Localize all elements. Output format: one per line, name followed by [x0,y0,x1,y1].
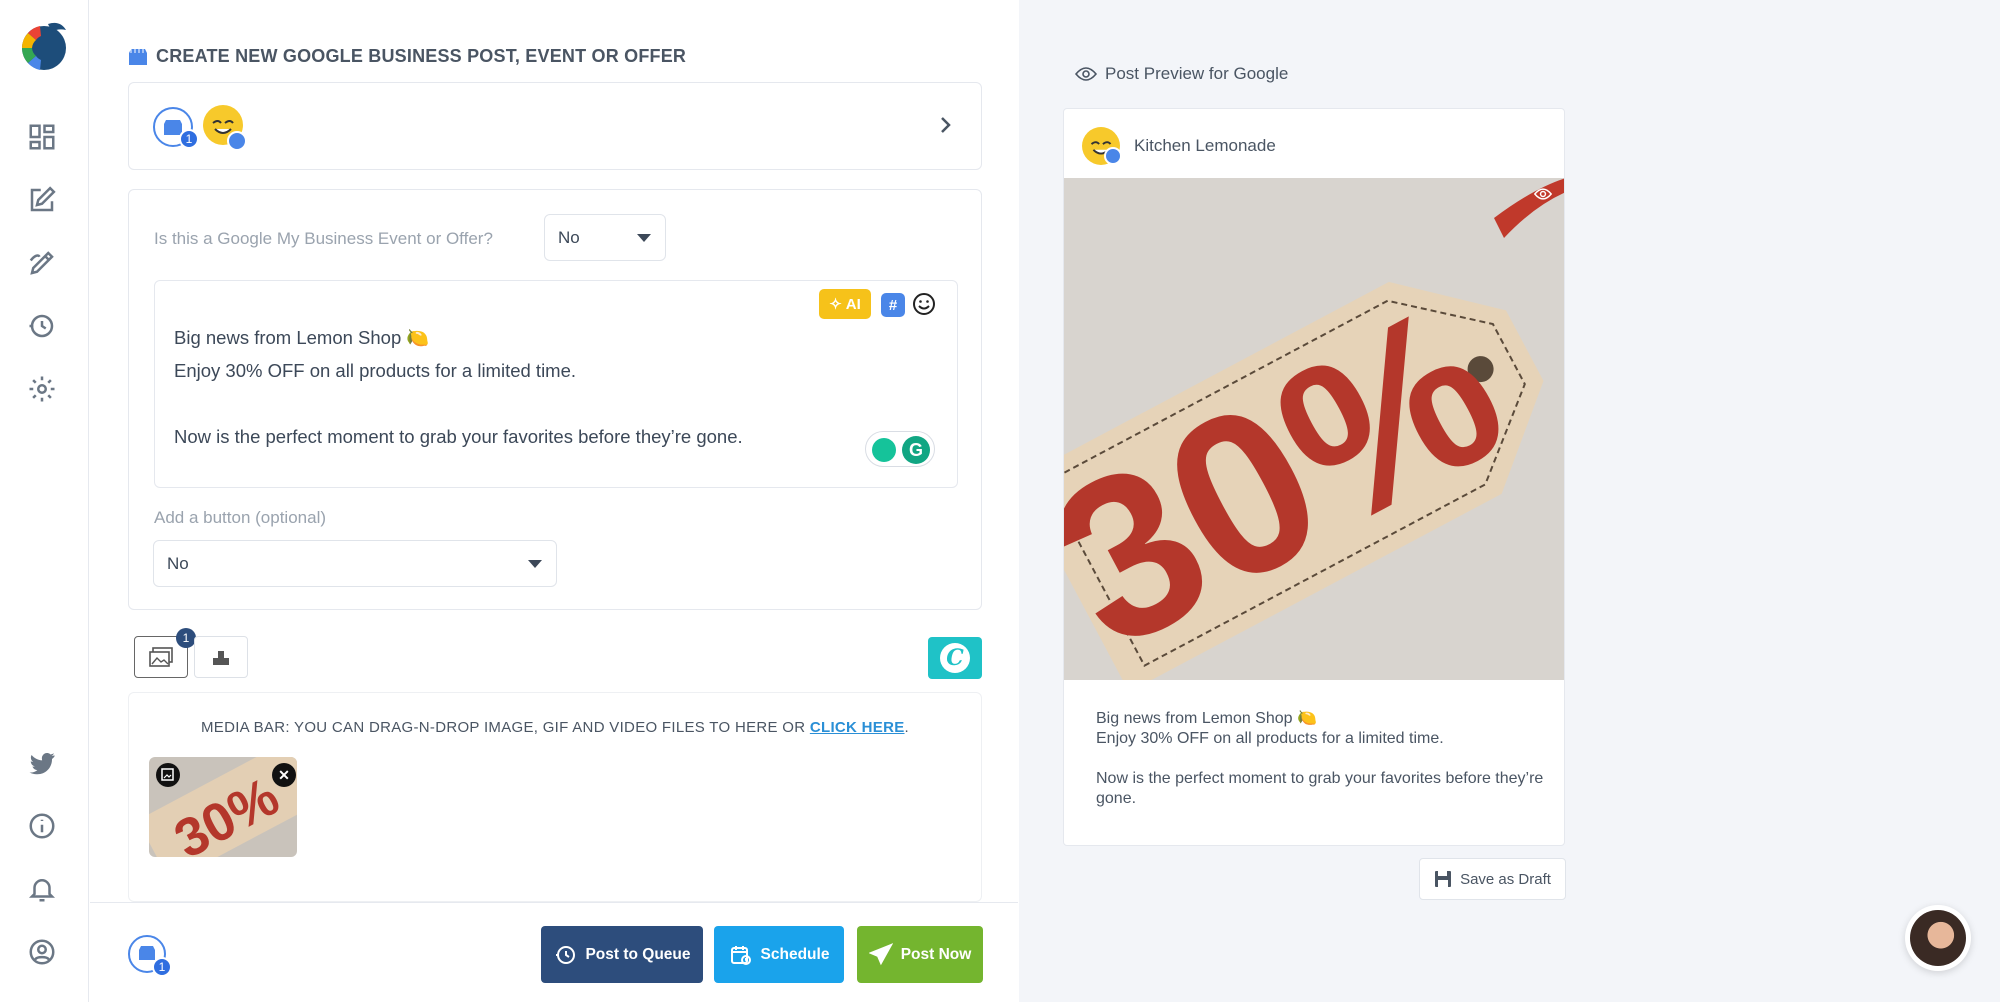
gmb-account-count: 1 [179,129,199,149]
eye-icon[interactable] [1534,187,1552,201]
post-text-line: Big news from Lemon Shop 🍋 [174,327,430,348]
preview-account-name: Kitchen Lemonade [1134,136,1276,155]
media-bar-instructions: MEDIA BAR: YOU CAN DRAG-N-DROP IMAGE, GI… [200,719,810,736]
drafts-icon[interactable] [26,247,58,279]
canva-icon: C [940,643,970,673]
post-textarea[interactable]: ✧ AI # Big news from Lemon Shop 🍋 Enjoy … [154,280,958,488]
store-icon [129,48,147,65]
preview-text-line [1096,749,1546,769]
hashtag-button[interactable]: # [881,293,905,317]
grammarly-icon[interactable]: G [902,436,930,464]
click-here-link[interactable]: CLICK HERE [810,719,905,736]
media-bar[interactable]: MEDIA BAR: YOU CAN DRAG-N-DROP IMAGE, GI… [128,692,982,902]
user-icon[interactable] [26,936,58,968]
preview-text-line: Big news from Lemon Shop 🍋 [1096,710,1317,727]
save-as-draft-label: Save as Draft [1460,870,1551,888]
event-question-label: Is this a Google My Business Event or Of… [154,229,493,248]
event-offer-value: No [558,227,580,247]
chevron-right-icon[interactable] [933,113,957,137]
caret-down-icon [528,559,542,568]
post-text[interactable]: Big news from Lemon Shop 🍋 Enjoy 30% OFF… [174,321,743,453]
send-icon [868,942,893,965]
post-to-queue-label: Post to Queue [585,945,691,963]
caret-down-icon [637,233,651,242]
emoji-icon[interactable] [911,291,937,317]
remove-image-button[interactable]: ✕ [272,763,296,787]
event-offer-select[interactable]: No [544,214,666,261]
upload-icon [213,651,229,665]
post-form: Is this a Google My Business Event or Of… [128,189,982,610]
grammarly-widget[interactable]: G [865,431,935,467]
preview-title: Post Preview for Google [1075,64,1288,84]
preview-text-line: Enjoy 30% OFF on all products for a limi… [1096,730,1444,747]
ai-label: AI [845,295,861,313]
page-title-text: CREATE NEW GOOGLE BUSINESS POST, EVENT O… [156,46,687,66]
ai-assist-button[interactable]: ✧ AI [819,289,871,319]
post-now-label: Post Now [900,945,972,963]
post-text-line: Enjoy 30% OFF on all products for a limi… [174,360,577,381]
media-bar-end: . [904,719,909,736]
compose-icon[interactable] [26,184,58,216]
accounts-selector[interactable]: 1 [128,82,982,170]
gmb-badge-icon [227,131,247,151]
images-icon [149,647,173,667]
preview-text-line: Now is the perfect moment to grab your f… [1096,770,1544,807]
page-title: CREATE NEW GOOGLE BUSINESS POST, EVENT O… [128,46,686,67]
settings-icon[interactable] [26,373,58,405]
add-button-value: No [167,553,189,573]
edit-image-icon[interactable] [156,763,180,787]
app-logo[interactable] [14,18,70,78]
gmb-badge-icon [1104,147,1122,165]
dashboard-icon[interactable] [26,121,58,153]
post-text-line [174,387,743,420]
floppy-icon [1435,871,1452,887]
footer-bar: 1 Post to Queue Schedule Post Now [90,902,1018,1002]
media-upload-tab[interactable] [194,636,248,678]
queue-icon[interactable] [26,310,58,342]
preview-text: Big news from Lemon Shop 🍋 Enjoy 30% OFF… [1096,709,1546,809]
selected-account-count: 1 [152,957,172,977]
preview-title-text: Post Preview for Google [1105,64,1289,83]
post-now-button[interactable]: Post Now [857,926,983,983]
save-as-draft-button[interactable]: Save as Draft [1419,858,1566,900]
preview-image: 30% [1064,178,1564,680]
bell-icon[interactable] [26,873,58,905]
schedule-label: Schedule [760,945,830,963]
info-icon[interactable] [26,810,58,842]
canva-button[interactable]: C [928,637,982,679]
add-button-select[interactable]: No [153,540,557,587]
post-text-line: Now is the perfect moment to grab your f… [174,426,743,447]
left-nav [0,0,89,1002]
preview-panel: Post Preview for Google Kitchen Lemonade… [1019,0,2000,1002]
calendar-clock-icon [730,945,751,965]
media-bar-text: MEDIA BAR: YOU CAN DRAG-N-DROP IMAGE, GI… [129,719,981,736]
support-agent-photo [1910,910,1966,966]
support-chat-avatar[interactable] [1905,905,1971,971]
post-to-queue-button[interactable]: Post to Queue [541,926,703,983]
schedule-button[interactable]: Schedule [714,926,844,983]
sparkle-icon: ✧ [829,296,842,313]
lightbulb-icon[interactable] [872,438,896,462]
twitter-icon[interactable] [26,747,58,779]
queue-icon [556,945,576,964]
preview-card: Kitchen Lemonade 30% Big news from Lemon… [1063,108,1565,846]
media-count-badge: 1 [176,628,196,648]
add-button-label: Add a button (optional) [154,508,327,527]
eye-icon [1075,67,1097,81]
